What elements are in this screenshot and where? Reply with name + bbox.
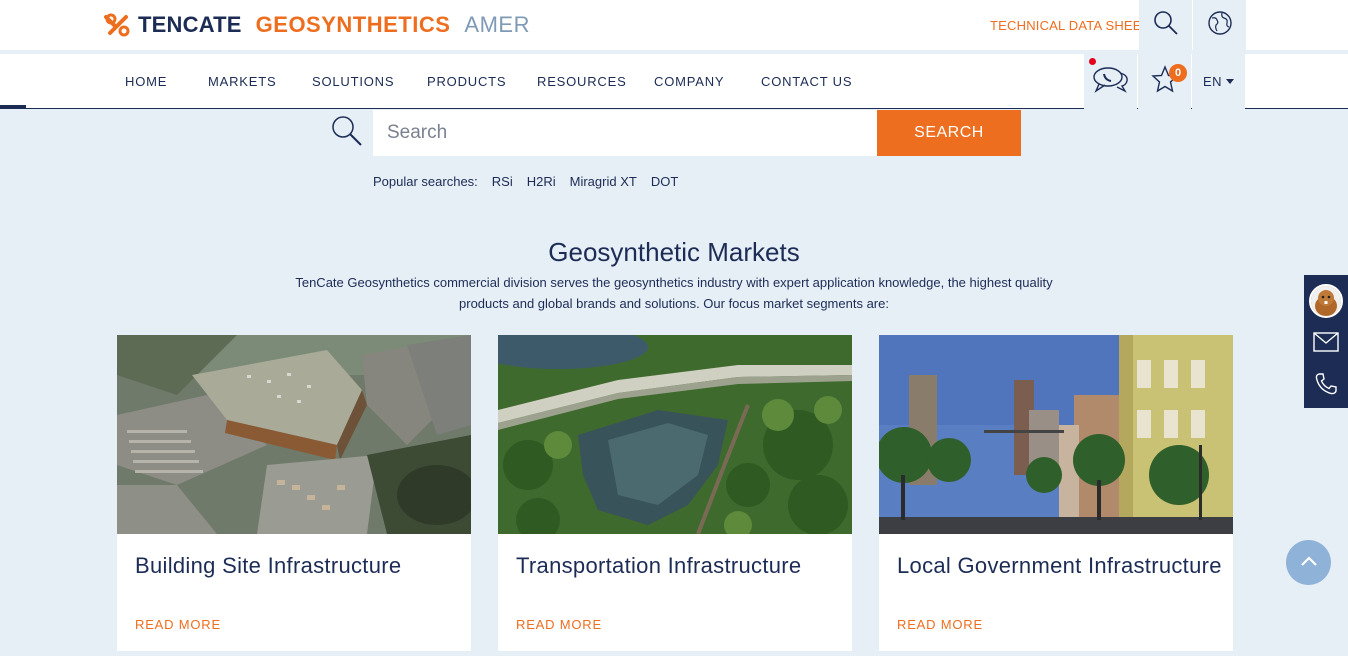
popular-search-term[interactable]: DOT — [651, 174, 678, 189]
language-selector[interactable]: EN — [1192, 54, 1245, 109]
aerial-highway-lake-photo — [498, 335, 852, 534]
language-label: EN — [1202, 74, 1223, 89]
side-contact-panel — [1304, 275, 1348, 408]
main-navigation: HOME MARKETS SOLUTIONS PRODUCTS RESOURCE… — [0, 54, 1348, 109]
logo-brand-text: TENCATE — [138, 12, 242, 37]
logo-region: AMER — [464, 12, 530, 37]
aerial-building-site-photo — [117, 335, 471, 534]
phone-contact-button[interactable] — [1304, 364, 1348, 408]
popular-search-term[interactable]: RSi — [492, 174, 513, 189]
town-main-street-photo — [879, 335, 1233, 534]
email-contact-button[interactable] — [1304, 322, 1348, 366]
header-search-button[interactable] — [1139, 0, 1192, 50]
nav-home[interactable]: HOME — [125, 74, 167, 89]
chat-icon — [1091, 64, 1131, 99]
search-icon — [330, 114, 364, 148]
market-card-building[interactable]: Building Site Infrastructure READ MORE — [117, 335, 471, 651]
favorites-button[interactable]: 0 — [1138, 54, 1191, 109]
nav-contact-us[interactable]: CONTACT US — [761, 74, 852, 89]
popular-searches: Popular searches: RSi H2Ri Miragrid XT D… — [373, 174, 678, 189]
chevron-up-icon — [1300, 554, 1318, 572]
back-to-top-button[interactable] — [1286, 540, 1331, 585]
mail-icon — [1313, 331, 1339, 357]
search-input[interactable] — [373, 110, 877, 156]
popular-search-term[interactable]: H2Ri — [527, 174, 556, 189]
region-selector-button[interactable] — [1193, 0, 1246, 50]
nav-indicator — [0, 105, 26, 109]
markets-heading: Geosynthetic Markets — [548, 237, 800, 267]
globe-icon — [1207, 10, 1233, 41]
phone-icon — [1314, 372, 1338, 401]
market-card-title: Building Site Infrastructure — [135, 553, 402, 578]
read-more-link[interactable]: READ MORE — [516, 617, 602, 632]
search-icon — [1153, 10, 1179, 41]
nav-solutions[interactable]: SOLUTIONS — [312, 74, 394, 89]
nav-resources[interactable]: RESOURCES — [537, 74, 627, 89]
nav-products[interactable]: PRODUCTS — [427, 74, 506, 89]
tencate-logo-icon — [104, 13, 132, 37]
logo-product-line: GEOSYNTHETICS — [255, 12, 451, 37]
chat-agent-button[interactable] — [1304, 279, 1348, 323]
notification-dot — [1089, 58, 1096, 65]
nav-company[interactable]: COMPANY — [654, 74, 724, 89]
market-card-title: Transportation Infrastructure — [516, 553, 802, 578]
nav-markets[interactable]: MARKETS — [208, 74, 276, 89]
popular-searches-label: Popular searches: — [373, 174, 478, 189]
read-more-link[interactable]: READ MORE — [135, 617, 221, 632]
site-logo[interactable]: TENCATE GEOSYNTHETICS AMER — [104, 12, 530, 38]
technical-data-sheets-link[interactable]: TECHNICAL DATA SHEETS — [990, 18, 1159, 33]
read-more-link[interactable]: READ MORE — [897, 617, 983, 632]
popular-search-term[interactable]: Miragrid XT — [570, 174, 637, 189]
market-card-title: Local Government Infrastructure — [897, 553, 1222, 578]
chevron-down-icon — [1226, 79, 1235, 84]
search-button[interactable]: SEARCH — [877, 110, 1021, 156]
markets-description: TenCate Geosynthetics commercial divisio… — [295, 275, 1053, 311]
chat-button[interactable] — [1084, 54, 1137, 109]
beaver-avatar-icon — [1309, 284, 1343, 318]
market-card-local-government[interactable]: Local Government Infrastructure READ MOR… — [879, 335, 1233, 651]
favorites-count-badge: 0 — [1169, 64, 1187, 82]
market-card-transportation[interactable]: Transportation Infrastructure READ MORE — [498, 335, 852, 651]
top-bar: TENCATE GEOSYNTHETICS AMER TECHNICAL DAT… — [0, 0, 1348, 50]
